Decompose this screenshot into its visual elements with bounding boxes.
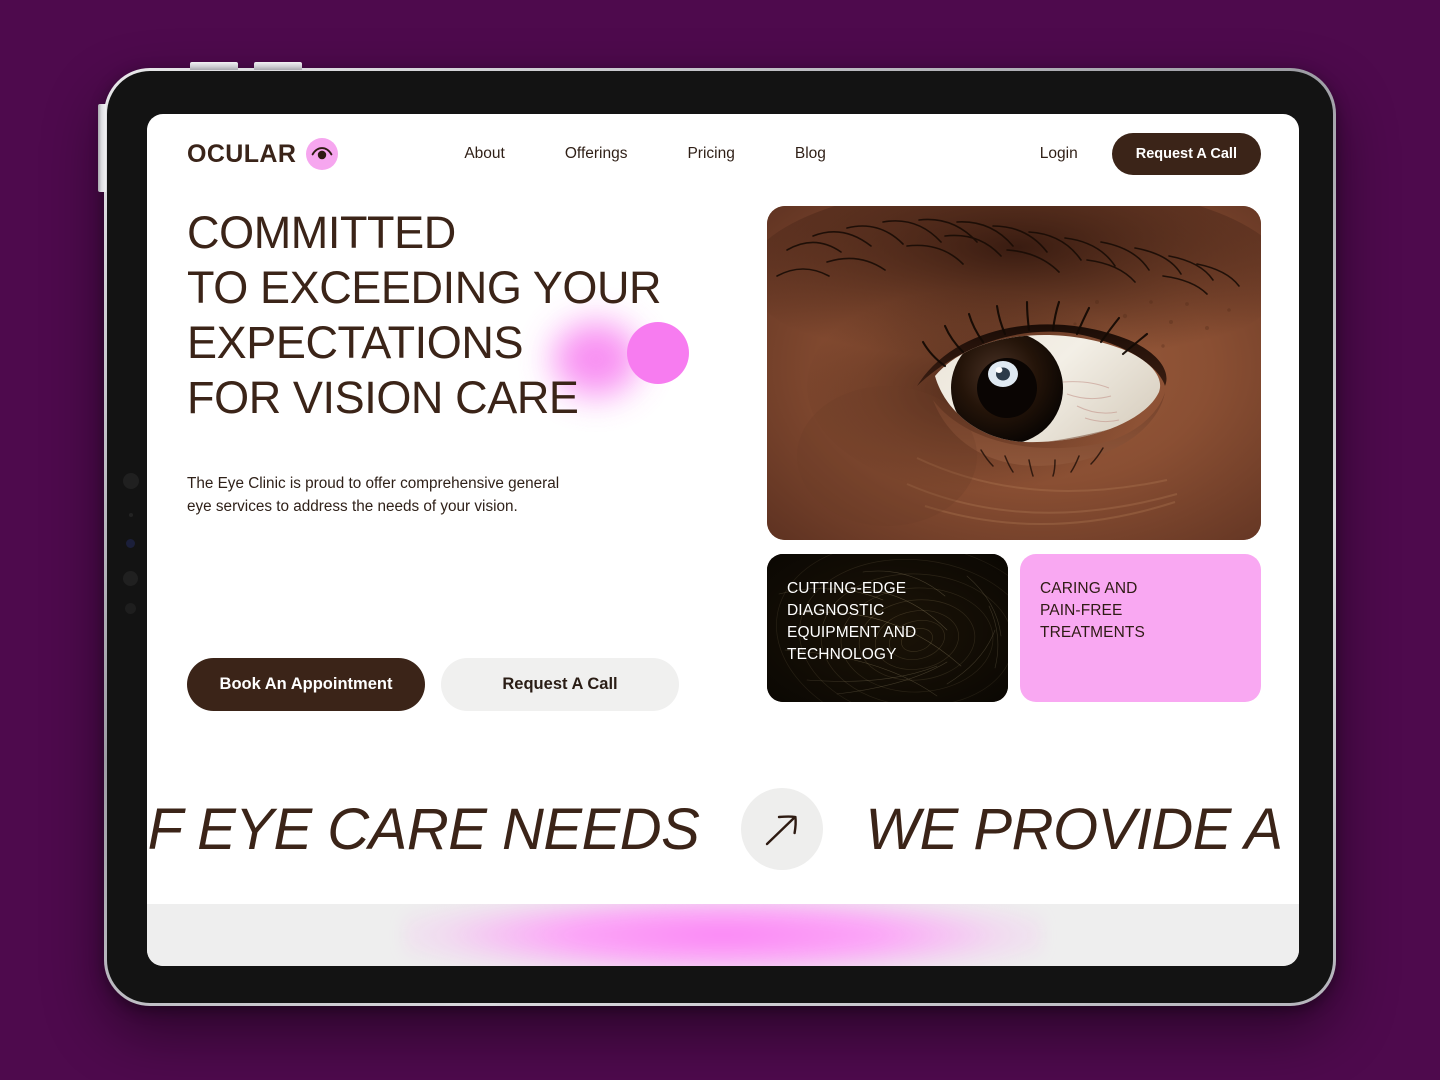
nav-actions: Login Request A Call bbox=[1040, 133, 1261, 175]
marquee-text-left: OF EYE CARE NEEDS bbox=[147, 796, 700, 862]
tablet-device-frame: OCULAR About Offerings Pricing Blog Logi… bbox=[98, 62, 1336, 1006]
nav-link-blog[interactable]: Blog bbox=[795, 145, 826, 163]
hero-left-column: COMMITTED TO EXCEEDING YOUR EXPECTATIONS… bbox=[187, 206, 743, 712]
book-an-appointment-button[interactable]: Book An Appointment bbox=[187, 658, 425, 712]
hero-section: COMMITTED TO EXCEEDING YOUR EXPECTATIONS… bbox=[147, 194, 1299, 712]
front-camera-icon bbox=[123, 473, 139, 489]
hero-right-column: CUTTING-EDGE DIAGNOSTIC EQUIPMENT AND TE… bbox=[767, 206, 1261, 711]
eye-close-up-image bbox=[767, 206, 1261, 540]
indicator-light-icon bbox=[126, 539, 135, 548]
feature-card-pain-free-text: CARING AND PAIN-FREE TREATMENTS bbox=[1040, 580, 1145, 641]
page-title: COMMITTED TO EXCEEDING YOUR EXPECTATIONS… bbox=[187, 206, 743, 426]
brand-logo[interactable]: OCULAR bbox=[187, 138, 339, 170]
nav-link-about[interactable]: About bbox=[464, 145, 505, 163]
brand-name: OCULAR bbox=[187, 139, 297, 168]
device-bezel: OCULAR About Offerings Pricing Blog Logi… bbox=[107, 71, 1333, 1003]
nav-links: About Offerings Pricing Blog bbox=[464, 145, 826, 163]
eye-icon bbox=[306, 138, 339, 170]
speaker-icon bbox=[123, 571, 138, 586]
volume-down-button[interactable] bbox=[254, 62, 302, 70]
arrow-up-right-icon[interactable] bbox=[741, 788, 824, 871]
login-link[interactable]: Login bbox=[1040, 145, 1078, 163]
bottom-gradient-strip bbox=[147, 904, 1299, 966]
marquee-text-right: WE PROVIDE A bbox=[865, 796, 1283, 862]
feature-card-cutting-edge[interactable]: CUTTING-EDGE DIAGNOSTIC EQUIPMENT AND TE… bbox=[767, 554, 1008, 702]
headline-line-2: TO EXCEEDING YOUR bbox=[187, 261, 662, 313]
nav-link-pricing[interactable]: Pricing bbox=[687, 145, 734, 163]
feature-cards: CUTTING-EDGE DIAGNOSTIC EQUIPMENT AND TE… bbox=[767, 554, 1261, 702]
headline-line-1: COMMITTED bbox=[187, 207, 456, 258]
volume-up-button[interactable] bbox=[190, 62, 238, 70]
power-button[interactable] bbox=[98, 104, 106, 192]
nav-link-offerings[interactable]: Offerings bbox=[565, 145, 628, 163]
request-a-call-secondary-button[interactable]: Request A Call bbox=[441, 658, 679, 712]
hero-cta-row: Book An Appointment Request A Call bbox=[187, 658, 743, 712]
marquee-banner: OF EYE CARE NEEDS WE PROVIDE A bbox=[147, 769, 1299, 889]
navbar: OCULAR About Offerings Pricing Blog Logi… bbox=[147, 114, 1299, 194]
pink-glow-decoration bbox=[403, 904, 1043, 966]
feature-card-cutting-edge-text: CUTTING-EDGE DIAGNOSTIC EQUIPMENT AND TE… bbox=[787, 580, 917, 663]
feature-card-pain-free[interactable]: CARING AND PAIN-FREE TREATMENTS bbox=[1020, 554, 1261, 702]
tablet-screen: OCULAR About Offerings Pricing Blog Logi… bbox=[147, 114, 1299, 966]
microphone-icon bbox=[125, 603, 136, 614]
ambient-sensor-icon bbox=[129, 513, 133, 517]
request-a-call-button[interactable]: Request A Call bbox=[1111, 133, 1261, 175]
hero-subtext: The Eye Clinic is proud to offer compreh… bbox=[187, 474, 560, 515]
pink-circle-decoration bbox=[627, 322, 689, 384]
